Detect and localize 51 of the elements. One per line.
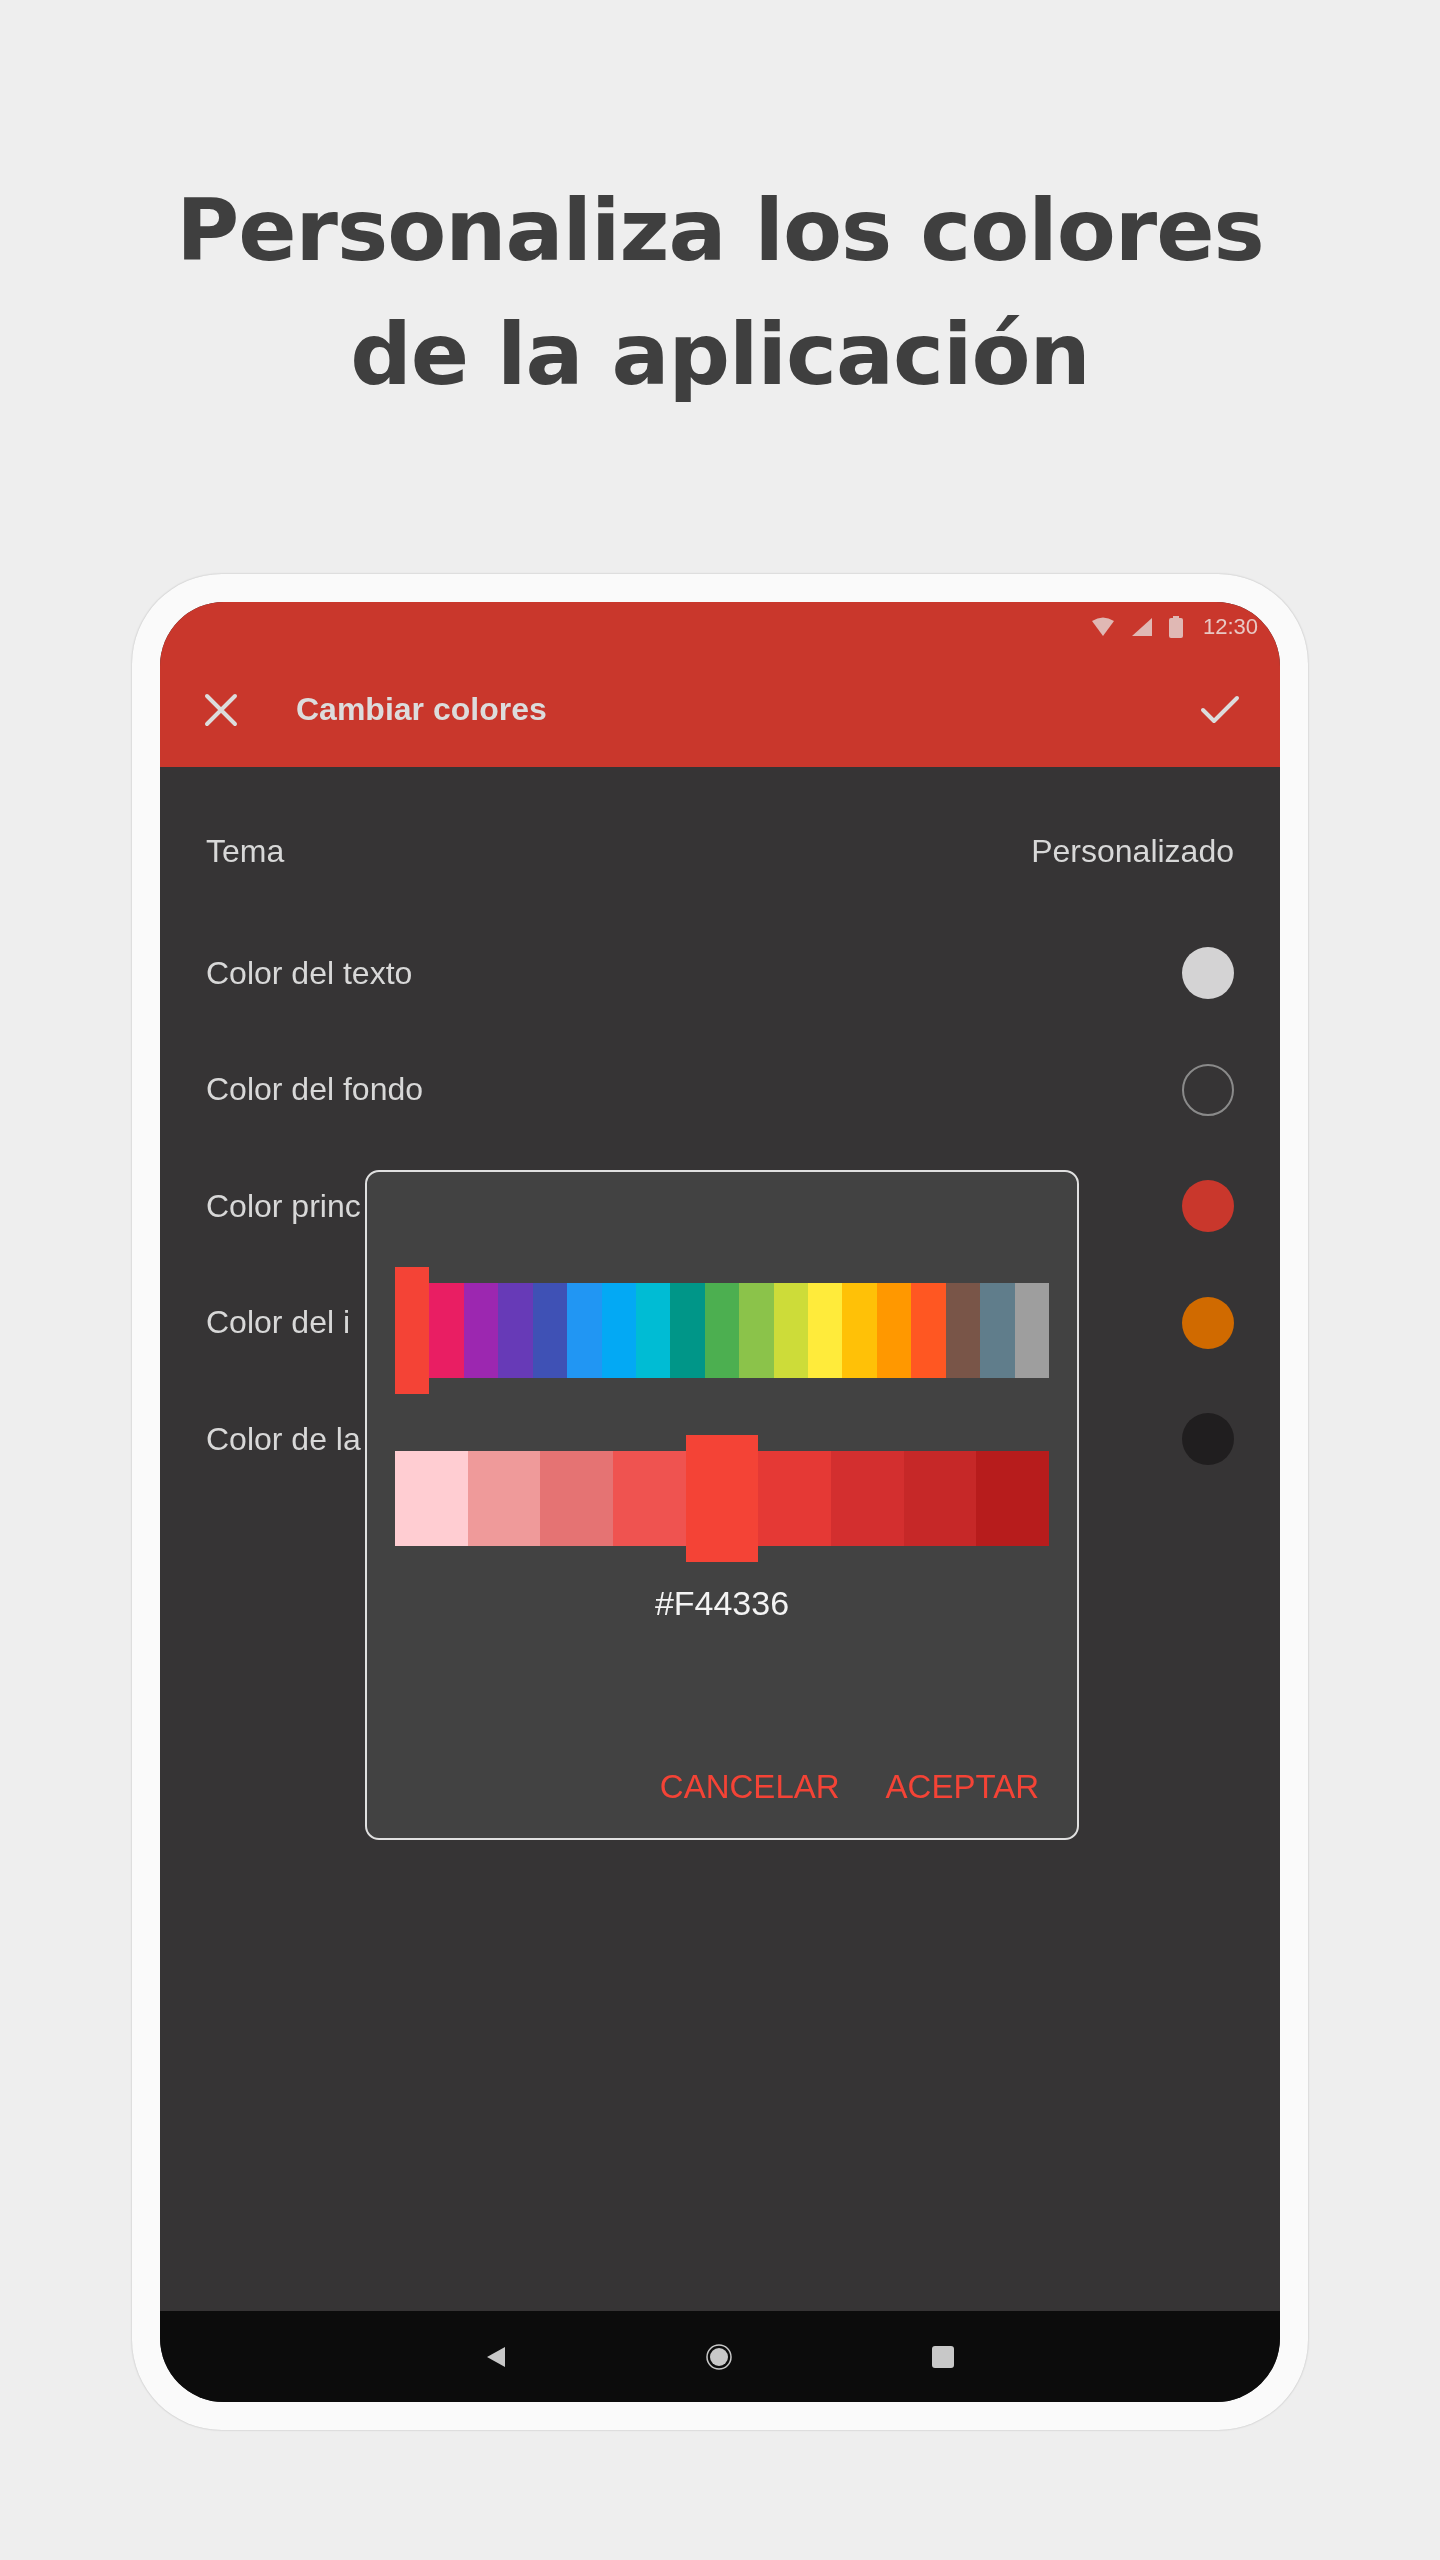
setting-label[interactable]: Color de la <box>206 1420 361 1458</box>
wifi-icon <box>1090 617 1115 637</box>
hue-swatch[interactable] <box>876 1282 912 1378</box>
shade-swatch[interactable] <box>395 1450 468 1546</box>
hue-swatch[interactable] <box>704 1282 740 1378</box>
setting-label[interactable]: Color del fondo <box>206 1071 424 1109</box>
color-swatch[interactable] <box>1182 1180 1234 1233</box>
shade-swatch[interactable] <box>613 1450 686 1546</box>
shade-swatch[interactable] <box>540 1450 613 1546</box>
hue-swatch[interactable] <box>842 1282 877 1378</box>
hue-swatch[interactable] <box>739 1282 774 1378</box>
hue-swatch[interactable] <box>463 1282 499 1378</box>
back-icon[interactable] <box>486 2345 506 2368</box>
shade-swatch[interactable] <box>758 1450 832 1546</box>
color-swatch[interactable] <box>1182 1063 1234 1116</box>
recents-icon[interactable] <box>932 2345 954 2368</box>
hue-swatch[interactable] <box>601 1282 636 1378</box>
hue-swatch[interactable] <box>911 1282 946 1378</box>
home-icon[interactable] <box>706 2343 732 2370</box>
hue-swatch[interactable] <box>945 1282 981 1378</box>
signal-icon <box>1130 617 1153 637</box>
setting-label[interactable]: Color princ <box>206 1187 361 1225</box>
close-icon[interactable] <box>204 692 238 727</box>
hue-swatch[interactable] <box>808 1282 843 1378</box>
hue-swatch[interactable] <box>567 1282 602 1378</box>
setting-label[interactable]: Color del i <box>206 1304 351 1342</box>
color-swatch[interactable] <box>1182 1296 1234 1349</box>
shade-swatch[interactable] <box>685 1434 759 1562</box>
checkmark-icon[interactable] <box>1200 693 1240 726</box>
hue-swatch[interactable] <box>1014 1282 1049 1378</box>
shade-swatch[interactable] <box>831 1450 904 1546</box>
hue-swatch[interactable] <box>980 1282 1015 1378</box>
battery-icon <box>1168 616 1183 638</box>
setting-label[interactable]: Color del texto <box>206 954 413 992</box>
hue-swatch[interactable] <box>395 1266 430 1394</box>
hex-code: #F44336 <box>654 1584 790 1623</box>
setting-value: Personalizado <box>1031 832 1234 870</box>
color-swatch[interactable] <box>1182 947 1234 1000</box>
hue-swatch[interactable] <box>670 1282 705 1378</box>
hue-swatch[interactable] <box>532 1282 568 1378</box>
shade-swatch[interactable] <box>976 1450 1050 1546</box>
hue-swatch[interactable] <box>773 1282 809 1378</box>
hue-swatch[interactable] <box>498 1282 533 1378</box>
screen-title: Cambiar colores <box>296 691 548 728</box>
shade-swatch[interactable] <box>467 1450 541 1546</box>
headline: Personaliza los colores de la aplicación <box>175 179 1265 406</box>
setting-label[interactable]: Tema <box>206 832 285 870</box>
hue-swatch[interactable] <box>429 1282 464 1378</box>
shade-swatch[interactable] <box>903 1450 977 1546</box>
hue-swatch[interactable] <box>635 1282 671 1378</box>
status-time: 12:30 <box>1202 614 1258 640</box>
